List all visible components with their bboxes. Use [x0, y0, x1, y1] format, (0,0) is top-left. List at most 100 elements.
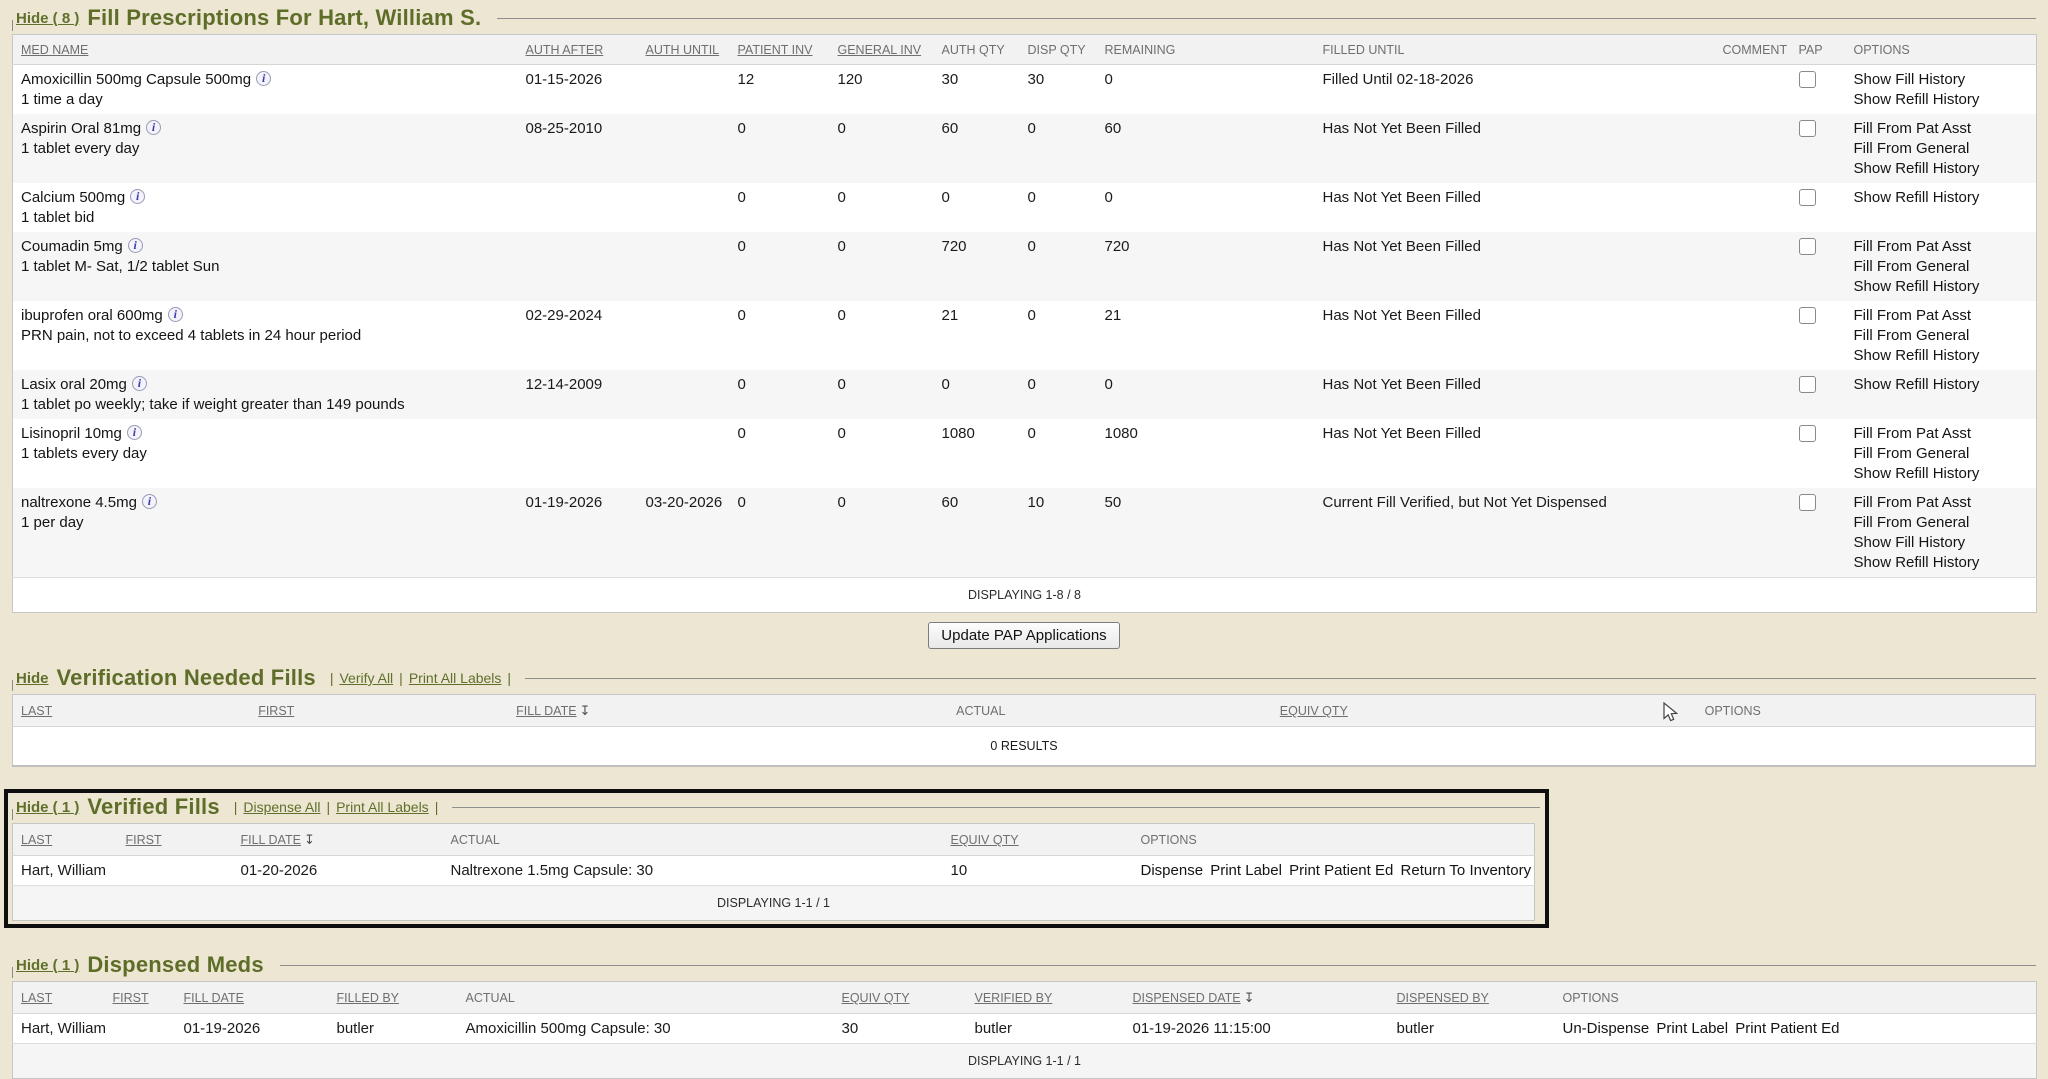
pap-checkbox[interactable] [1799, 376, 1816, 393]
verification-results-row: 0 RESULTS [13, 727, 2036, 767]
info-icon[interactable] [168, 307, 183, 322]
pap-checkbox[interactable] [1799, 307, 1816, 324]
col-equiv-qty[interactable]: EQUIV QTY [943, 824, 1133, 856]
col-fill-date[interactable]: FILL DATE [233, 824, 443, 856]
general-inv-value: 0 [830, 183, 934, 232]
option-link[interactable]: Fill From Pat Asst [1854, 424, 2029, 444]
option-link[interactable]: Show Refill History [1854, 346, 2029, 366]
hide-verification-link[interactable]: Hide [16, 670, 49, 687]
med-sig: 1 per day [21, 513, 510, 533]
col-last[interactable]: LAST [13, 982, 105, 1014]
info-icon[interactable] [127, 425, 142, 440]
col-first[interactable]: FIRST [250, 695, 508, 727]
col-dispensed-by[interactable]: DISPENSED BY [1389, 982, 1555, 1014]
pap-checkbox[interactable] [1799, 425, 1816, 442]
option-link[interactable]: Fill From Pat Asst [1854, 237, 2029, 257]
dispensed-date-value: 01-19-2026 11:15:00 [1125, 1014, 1389, 1044]
option-link[interactable]: Fill From Pat Asst [1854, 119, 2029, 139]
col-actual: ACTUAL [443, 824, 943, 856]
col-last[interactable]: LAST [13, 695, 251, 727]
pap-cell [1791, 370, 1846, 419]
dispensed-header-row: LAST FIRST FILL DATE FILLED BY ACTUAL EQ… [13, 982, 2037, 1014]
pap-checkbox[interactable] [1799, 494, 1816, 511]
print-all-labels-link[interactable]: Print All Labels [336, 799, 429, 815]
hide-prescriptions-link[interactable]: Hide ( 8 ) [16, 10, 79, 27]
general-inv-value: 0 [830, 370, 934, 419]
med-sig: 1 tablet M- Sat, 1/2 tablet Sun [21, 257, 510, 277]
med-sig: 1 time a day [21, 90, 510, 110]
disp-qty-value: 0 [1020, 183, 1097, 232]
info-icon[interactable] [142, 494, 157, 509]
option-link[interactable]: Show Fill History [1854, 533, 2029, 553]
col-general-inv[interactable]: GENERAL INV [830, 35, 934, 65]
col-auth-after[interactable]: AUTH AFTER [518, 35, 638, 65]
col-filled-by[interactable]: FILLED BY [329, 982, 458, 1014]
pap-checkbox[interactable] [1799, 189, 1816, 206]
info-icon[interactable] [130, 189, 145, 204]
option-link[interactable]: Show Refill History [1854, 464, 2029, 484]
update-pap-applications-button[interactable]: Update PAP Applications [928, 622, 1119, 649]
med-row-coumadin: Coumadin 5mg1 tablet M- Sat, 1/2 tablet … [13, 232, 2037, 301]
results-count: 0 RESULTS [13, 727, 2036, 767]
med-row-lasix: Lasix oral 20mg1 tablet po weekly; take … [13, 370, 2037, 419]
option-link[interactable]: Show Refill History [1854, 375, 2029, 395]
col-dispensed-date[interactable]: DISPENSED DATE [1125, 982, 1389, 1014]
option-link[interactable]: Fill From General [1854, 326, 2029, 346]
option-link[interactable]: Fill From General [1854, 257, 2029, 277]
option-link[interactable]: Fill From Pat Asst [1854, 306, 2029, 326]
option-link[interactable]: Fill From General [1854, 513, 2029, 533]
col-patient-inv[interactable]: PATIENT INV [730, 35, 830, 65]
option-link[interactable]: Show Fill History [1854, 70, 2029, 90]
dispense-link[interactable]: Dispense [1141, 862, 1204, 879]
col-actual: ACTUAL [458, 982, 834, 1014]
col-auth-until[interactable]: AUTH UNTIL [638, 35, 730, 65]
info-icon[interactable] [256, 71, 271, 86]
un-dispense-link[interactable]: Un-Dispense [1563, 1020, 1650, 1037]
col-first[interactable]: FIRST [118, 824, 233, 856]
print-patient-ed-link[interactable]: Print Patient Ed [1289, 862, 1393, 879]
hide-dispensed-link[interactable]: Hide ( 1 ) [16, 957, 79, 974]
col-verified-by[interactable]: VERIFIED BY [967, 982, 1125, 1014]
col-first[interactable]: FIRST [105, 982, 176, 1014]
filled-until-value: Has Not Yet Been Filled [1315, 232, 1715, 301]
option-link[interactable]: Show Refill History [1854, 90, 2029, 110]
option-link[interactable]: Fill From General [1854, 444, 2029, 464]
pap-checkbox[interactable] [1799, 238, 1816, 255]
col-disp-qty: DISP QTY [1020, 35, 1097, 65]
option-link[interactable]: Show Refill History [1854, 277, 2029, 297]
options-cell: Un-Dispense Print Label Print Patient Ed [1555, 1014, 2037, 1044]
info-icon[interactable] [132, 376, 147, 391]
legend-divider [280, 965, 2036, 966]
return-to-inventory-link[interactable]: Return To Inventory [1401, 862, 1532, 879]
col-equiv-qty[interactable]: EQUIV QTY [1272, 695, 1697, 727]
hide-verified-link[interactable]: Hide ( 1 ) [16, 799, 79, 816]
print-label-link[interactable]: Print Label [1210, 862, 1282, 879]
col-equiv-qty[interactable]: EQUIV QTY [834, 982, 967, 1014]
print-label-link[interactable]: Print Label [1656, 1020, 1728, 1037]
col-fill-date[interactable]: FILL DATE [508, 695, 948, 727]
col-remaining: REMAINING [1097, 35, 1315, 65]
info-icon[interactable] [128, 238, 143, 253]
info-icon[interactable] [146, 120, 161, 135]
option-link[interactable]: Show Refill History [1854, 553, 2029, 573]
med-row-ibuprofen: ibuprofen oral 600mgPRN pain, not to exc… [13, 301, 2037, 370]
options-cell: Dispense Print Label Print Patient Ed Re… [1133, 856, 1535, 886]
first-name-value [118, 856, 233, 886]
print-all-labels-link[interactable]: Print All Labels [409, 670, 502, 686]
verify-all-link[interactable]: Verify All [339, 670, 393, 686]
col-med-name[interactable]: MED NAME [13, 35, 518, 65]
remaining-value: 60 [1097, 114, 1315, 183]
col-fill-date[interactable]: FILL DATE [176, 982, 329, 1014]
pap-checkbox[interactable] [1799, 71, 1816, 88]
option-link[interactable]: Fill From General [1854, 139, 2029, 159]
dispensed-legend: Hide ( 1 ) Dispensed Meds [12, 952, 2036, 981]
col-last[interactable]: LAST [13, 824, 118, 856]
option-link[interactable]: Show Refill History [1854, 159, 2029, 179]
option-link[interactable]: Show Refill History [1854, 188, 2029, 208]
actual-value: Naltrexone 1.5mg Capsule: 30 [443, 856, 943, 886]
dispense-all-link[interactable]: Dispense All [243, 799, 320, 815]
pap-checkbox[interactable] [1799, 120, 1816, 137]
col-filled-until: FILLED UNTIL [1315, 35, 1715, 65]
print-patient-ed-link[interactable]: Print Patient Ed [1735, 1020, 1839, 1037]
option-link[interactable]: Fill From Pat Asst [1854, 493, 2029, 513]
